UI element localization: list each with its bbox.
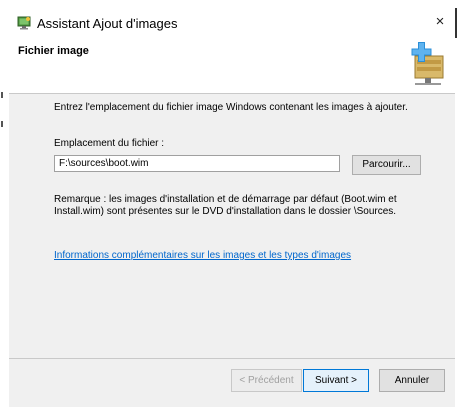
wizard-header: Fichier image — [9, 40, 455, 93]
wizard-footer: < Précédent Suivant > Annuler — [9, 359, 455, 407]
close-icon[interactable]: × — [429, 11, 451, 33]
window-title: Assistant Ajout d'images — [37, 16, 178, 31]
remark-text: Remarque : les images d'installation et … — [54, 194, 404, 218]
browse-button[interactable]: Parcourir... — [352, 155, 421, 175]
wizard-content: Entrez l'emplacement du fichier image Wi… — [9, 94, 455, 358]
remark-line: Remarque : les images d'installation et … — [54, 194, 397, 205]
page-title: Fichier image — [18, 45, 89, 57]
more-info-link[interactable]: Informations complémentaires sur les ima… — [54, 250, 351, 261]
cancel-button[interactable]: Annuler — [379, 369, 445, 392]
wizard-window: Assistant Ajout d'images × Fichier image… — [0, 0, 466, 407]
file-location-input[interactable] — [54, 155, 340, 172]
server-add-icon — [405, 40, 449, 88]
edge-mark — [1, 92, 3, 98]
next-button[interactable]: Suivant > — [303, 369, 369, 392]
intro-text: Entrez l'emplacement du fichier image Wi… — [54, 102, 408, 113]
edge-mark — [1, 121, 3, 127]
title-bar[interactable]: Assistant Ajout d'images × — [9, 0, 455, 40]
window-edge-left — [0, 0, 9, 407]
window-edge-right — [455, 8, 457, 38]
location-label: Emplacement du fichier : — [54, 138, 165, 149]
remark-line: Install.wim) sont présentes sur le DVD d… — [54, 206, 397, 217]
previous-button[interactable]: < Précédent — [231, 369, 302, 392]
monitor-computer-icon — [16, 15, 32, 31]
